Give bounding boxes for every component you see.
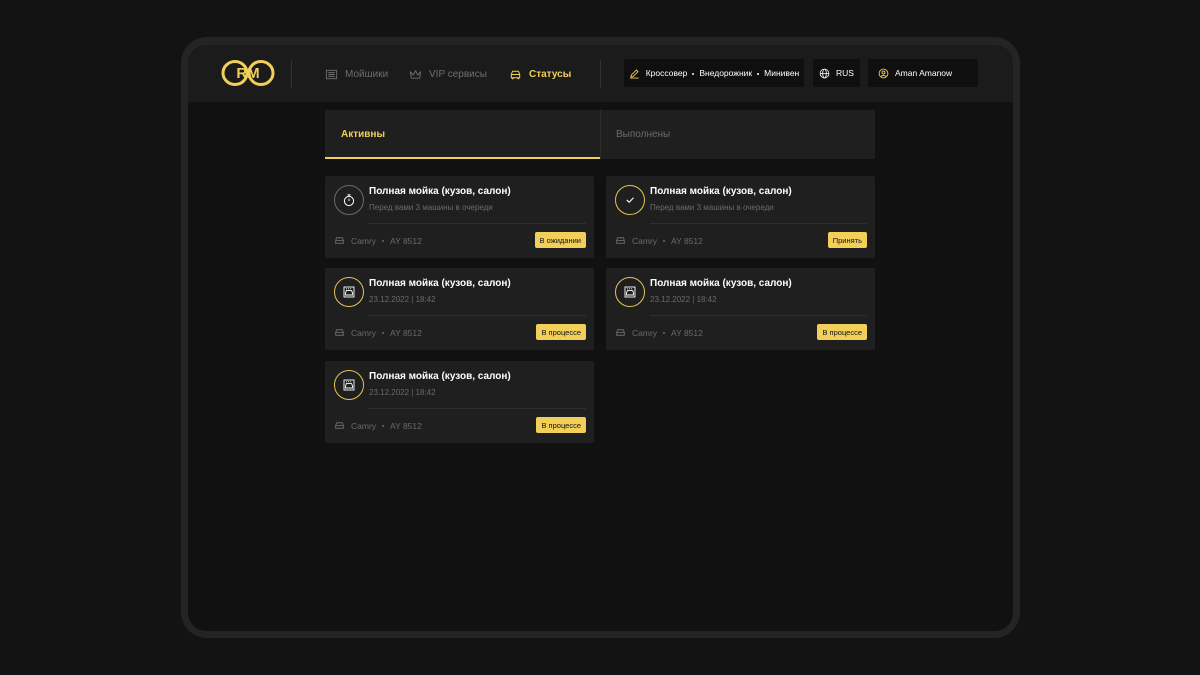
tab-completed[interactable]: Выполнены — [600, 110, 875, 159]
language-label: RUS — [836, 68, 854, 78]
car-plate: AY 8512 — [390, 420, 422, 431]
status-badge[interactable]: В процессе — [536, 417, 586, 433]
order-subtitle: 23.12.2022 | 18:42 — [650, 295, 717, 304]
tab-active[interactable]: Активны — [325, 110, 600, 159]
order-title: Полная мойка (кузов, салон) — [369, 278, 511, 289]
order-card[interactable]: Полная мойка (кузов, салон) 23.12.2022 |… — [325, 361, 594, 443]
car-model: Camry — [351, 327, 377, 338]
logo-text: RM — [236, 65, 259, 82]
order-title: Полная мойка (кузов, салон) — [369, 186, 511, 197]
status-badge[interactable]: В ожидании — [534, 232, 586, 248]
separator-dot — [382, 331, 385, 334]
separator-dot — [692, 72, 695, 75]
car-info: Camry AY 8512 — [334, 235, 422, 246]
car-model: Camry — [351, 420, 377, 431]
check-icon — [626, 197, 634, 203]
user-menu[interactable]: Aman Amanow — [868, 59, 978, 87]
nav-item-statuses[interactable]: Статусы — [509, 65, 571, 83]
order-icon-badge — [334, 277, 364, 307]
card-divider — [369, 408, 586, 409]
car-wash-icon — [624, 286, 636, 298]
car-icon — [616, 329, 625, 336]
user-icon — [878, 68, 889, 78]
crown-icon — [409, 69, 422, 79]
car-wash-icon — [343, 379, 355, 391]
car-model: Camry — [351, 235, 377, 246]
nav-item-label: VIP сервисы — [429, 68, 487, 80]
car-info: Camry AY 8512 — [615, 327, 703, 338]
globe-icon — [819, 68, 830, 78]
app-screen: RM Мойшики VIP сервисы Статусы Кроссовер… — [188, 45, 1013, 631]
order-subtitle: 23.12.2022 | 18:42 — [369, 388, 436, 397]
order-icon-badge — [334, 185, 364, 215]
vehicle-type-selector[interactable]: Кроссовер Внедорожник Минивен — [624, 59, 804, 87]
status-badge[interactable]: В процессе — [817, 324, 867, 340]
car-icon — [335, 422, 344, 429]
status-tabs: Активны Выполнены — [325, 110, 875, 159]
header-divider — [600, 60, 601, 88]
order-card[interactable]: Полная мойка (кузов, салон) 23.12.2022 |… — [606, 268, 875, 350]
card-divider — [650, 315, 867, 316]
order-icon-badge — [334, 370, 364, 400]
order-title: Полная мойка (кузов, салон) — [650, 186, 792, 197]
logo[interactable]: RM — [221, 59, 275, 87]
order-card[interactable]: Полная мойка (кузов, салон) Перед вами 3… — [325, 176, 594, 258]
car-model: Camry — [632, 235, 658, 246]
order-card[interactable]: Полная мойка (кузов, салон) 23.12.2022 |… — [325, 268, 594, 350]
list-icon — [325, 69, 338, 79]
nav-item-vip-services[interactable]: VIP сервисы — [409, 65, 487, 83]
tab-divider — [600, 110, 601, 159]
separator-dot — [663, 239, 666, 242]
order-icon-badge — [615, 277, 645, 307]
order-title: Полная мойка (кузов, салон) — [650, 278, 792, 289]
stopwatch-icon — [343, 194, 355, 207]
header-divider — [291, 60, 292, 88]
order-icon-badge — [615, 185, 645, 215]
separator-dot — [382, 239, 385, 242]
order-title: Полная мойка (кузов, салон) — [369, 371, 511, 382]
car-info: Camry AY 8512 — [615, 235, 703, 246]
separator-dot — [663, 331, 666, 334]
car-info: Camry AY 8512 — [334, 420, 422, 431]
car-plate: AY 8512 — [671, 327, 703, 338]
order-subtitle: 23.12.2022 | 18:42 — [369, 295, 436, 304]
car-model: Camry — [632, 327, 658, 338]
car-plate: AY 8512 — [390, 327, 422, 338]
order-subtitle: Перед вами 3 машины в очереди — [650, 203, 774, 212]
separator-dot — [382, 424, 385, 427]
order-card[interactable]: Полная мойка (кузов, салон) Перед вами 3… — [606, 176, 875, 258]
car-plate: AY 8512 — [671, 235, 703, 246]
rm-logo-icon: RM — [221, 60, 275, 86]
card-divider — [650, 223, 867, 224]
car-plate: AY 8512 — [390, 235, 422, 246]
header: RM Мойшики VIP сервисы Статусы Кроссовер… — [188, 45, 1013, 102]
accept-button[interactable]: Принять — [827, 232, 867, 248]
vehicle-type: Кроссовер — [645, 68, 688, 78]
vehicle-type: Минивен — [764, 68, 800, 78]
language-selector[interactable]: RUS — [813, 59, 860, 87]
car-icon — [510, 70, 521, 79]
order-subtitle: Перед вами 3 машины в очереди — [369, 203, 493, 212]
vehicle-type: Внедорожник — [699, 68, 753, 78]
user-name: Aman Amanow — [895, 68, 953, 78]
car-icon — [335, 329, 344, 336]
car-icon — [616, 237, 625, 244]
device-frame: RM Мойшики VIP сервисы Статусы Кроссовер… — [181, 37, 1020, 638]
car-wash-icon — [343, 286, 355, 298]
separator-dot — [757, 72, 760, 75]
car-info: Camry AY 8512 — [334, 327, 422, 338]
pencil-icon — [629, 68, 639, 79]
nav-item-label: Мойшики — [345, 68, 389, 80]
status-badge[interactable]: В процессе — [536, 324, 586, 340]
card-divider — [369, 315, 586, 316]
card-divider — [369, 223, 586, 224]
nav-item-label: Статусы — [529, 68, 572, 80]
car-icon — [335, 237, 344, 244]
nav-item-washers[interactable]: Мойшики — [325, 65, 388, 83]
